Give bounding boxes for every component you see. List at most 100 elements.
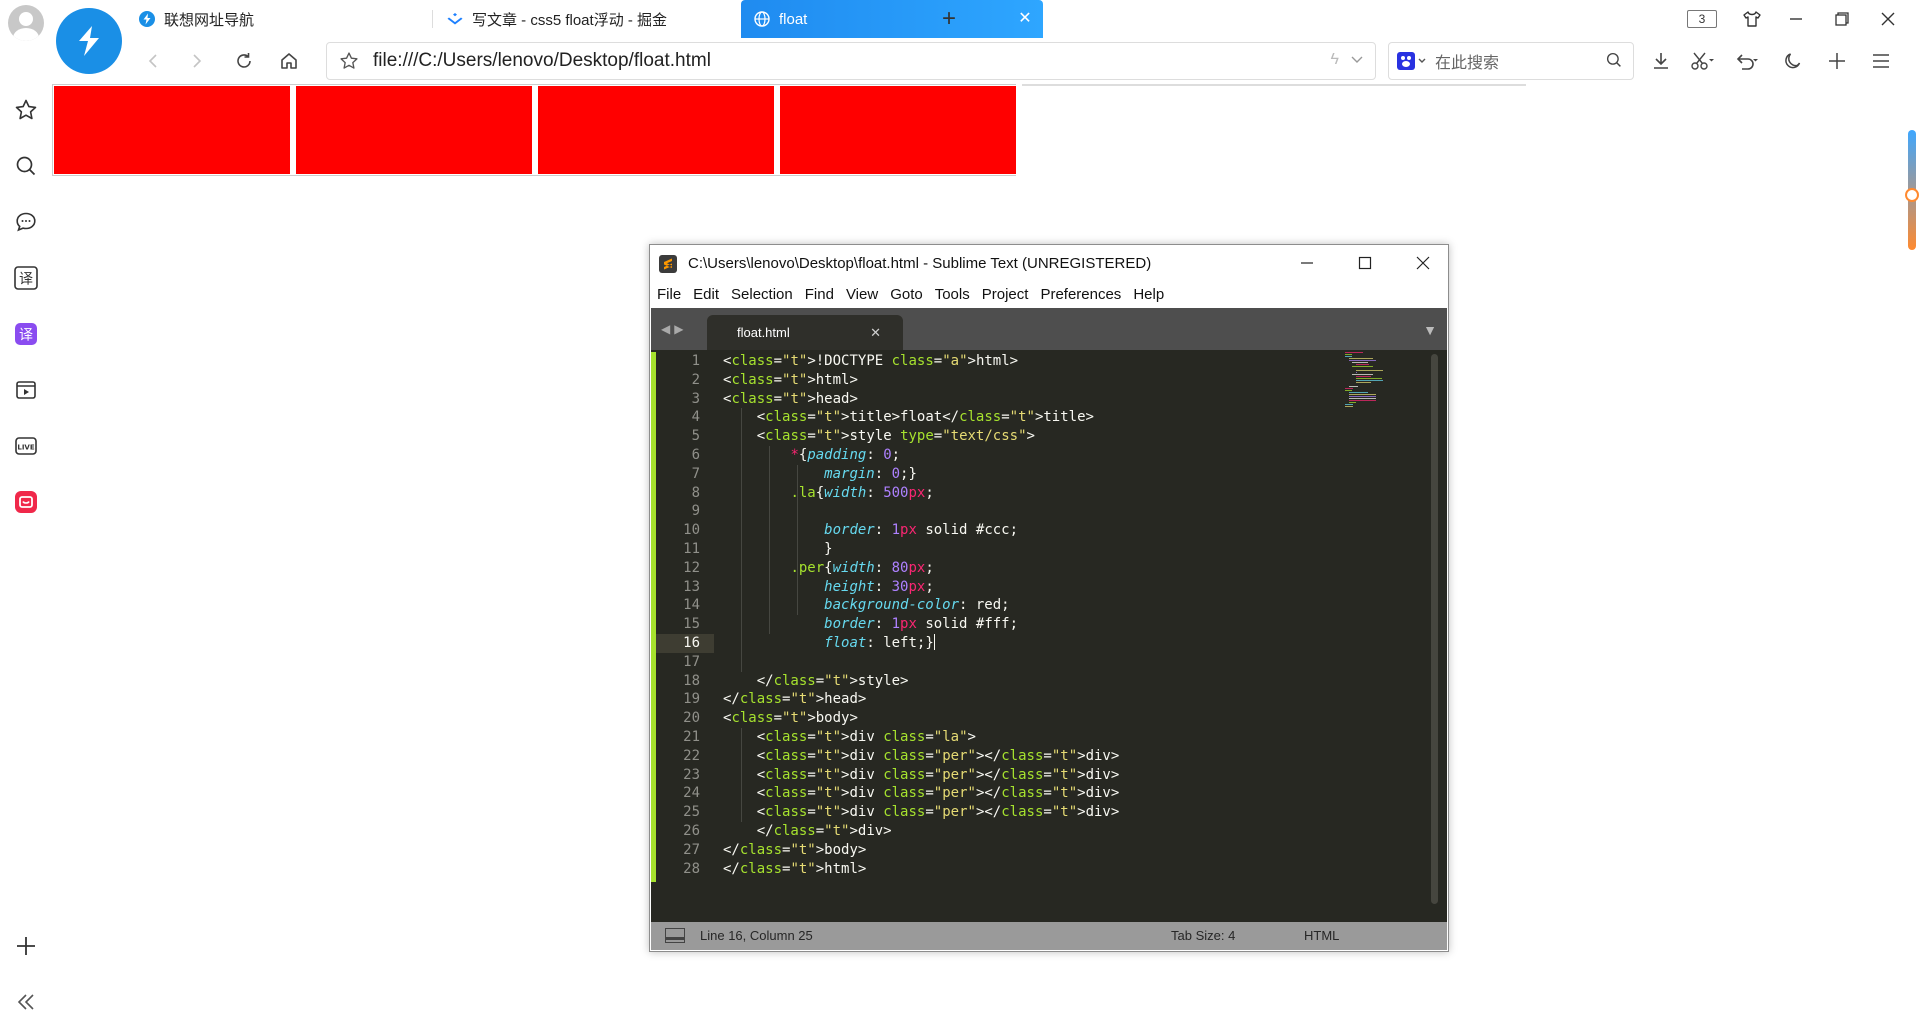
line-number: 16 (683, 635, 700, 651)
restore-button[interactable] (1822, 4, 1862, 34)
tab-count-button[interactable]: 3 (1682, 4, 1722, 34)
reload-button[interactable] (229, 46, 259, 76)
search-icon[interactable] (12, 152, 40, 180)
tab-dropdown-icon[interactable]: ▼ (1423, 322, 1437, 338)
menu-selection[interactable]: Selection (731, 286, 793, 303)
minimize-button[interactable] (1776, 4, 1816, 34)
tab-count-badge: 3 (1687, 10, 1717, 28)
panel-toggle-icon[interactable] (665, 928, 685, 943)
back-button[interactable] (138, 46, 168, 76)
sublime-minimize-button[interactable] (1284, 248, 1330, 278)
code-line: *{padding: 0; (790, 447, 901, 463)
bookmark-star-icon[interactable] (339, 51, 359, 71)
minimap-line (1352, 366, 1373, 367)
night-mode-icon[interactable] (1776, 46, 1810, 76)
line-number: 20 (683, 710, 700, 727)
code-editor[interactable]: 1 2 3 4 5 6 7 8 9 10 11 12 13 14 15 16 17 18 19 20 21 22 23 24 2… (651, 350, 1447, 923)
menu-goto[interactable]: Goto (890, 286, 923, 303)
sublime-close-button[interactable] (1400, 248, 1446, 278)
tab-float[interactable]: float ✕ (741, 0, 1043, 38)
minimap-line (1345, 406, 1354, 407)
menu-help[interactable]: Help (1133, 286, 1164, 303)
close-file-tab-icon[interactable]: ✕ (870, 325, 881, 341)
juejin-icon (446, 10, 464, 28)
page-scroll-handle[interactable] (1905, 188, 1919, 202)
menu-find[interactable]: Find (805, 286, 834, 303)
code-line: </class="t">style> (723, 672, 909, 689)
minimap[interactable] (1345, 350, 1405, 430)
favorites-star-icon[interactable] (12, 96, 40, 124)
address-bar[interactable]: file:///C:/Users/lenovo/Desktop/float.ht… (326, 42, 1376, 80)
translate-app-icon[interactable]: 译 (12, 320, 40, 348)
code-line: <class="t">div class="per"></class="t">d… (723, 747, 1120, 764)
add-extension-icon[interactable] (1820, 46, 1854, 76)
menu-edit[interactable]: Edit (693, 286, 719, 303)
tab-nav-arrows-icon[interactable]: ◀▶ (661, 322, 687, 336)
status-syntax[interactable]: HTML (1304, 928, 1339, 943)
minimap-line (1355, 364, 1369, 365)
shopping-app-icon[interactable] (12, 488, 40, 516)
collapse-sidebar-icon[interactable] (12, 988, 40, 1016)
forward-button[interactable] (182, 46, 212, 76)
menu-preferences[interactable]: Preferences (1040, 286, 1121, 303)
video-icon[interactable] (12, 376, 40, 404)
search-box[interactable]: 在此搜索 (1388, 42, 1634, 80)
line-number: 17 (683, 653, 700, 670)
minimap-line (1348, 392, 1368, 393)
menu-view[interactable]: View (846, 286, 878, 303)
line-number: 19 (683, 691, 700, 708)
minimap-line (1348, 396, 1377, 397)
minimap-line (1348, 358, 1373, 359)
line-number: 7 (691, 465, 700, 482)
status-position: Line 16, Column 25 (700, 928, 813, 943)
menu-file[interactable]: File (657, 286, 681, 303)
line-number: 2 (691, 371, 700, 388)
code-line: <class="t">style type="text/css"> (723, 428, 1035, 445)
minimap-line (1355, 378, 1383, 379)
indent-guide (769, 446, 770, 634)
menu-tools[interactable]: Tools (935, 286, 970, 303)
lightning-icon[interactable]: ϟ (1331, 51, 1339, 69)
status-tab-size[interactable]: Tab Size: 4 (1171, 928, 1235, 943)
line-number: 23 (683, 766, 700, 783)
chat-bubble-icon[interactable] (12, 208, 40, 236)
menu-project[interactable]: Project (982, 286, 1029, 303)
line-number: 1 (691, 353, 700, 369)
download-icon[interactable] (1644, 46, 1678, 76)
code-line: <class="t">div class="per"></class="t">d… (723, 766, 1120, 783)
sublime-file-tab[interactable]: float.html ✕ (707, 315, 903, 350)
chevron-down-icon[interactable] (1349, 51, 1365, 73)
user-avatar[interactable] (8, 5, 44, 41)
indent-guide (797, 464, 798, 616)
line-number: 10 (683, 522, 700, 539)
code-line: </class="t">head> (723, 691, 867, 708)
shirt-skin-icon[interactable] (1732, 4, 1772, 34)
home-button[interactable] (274, 46, 304, 76)
close-tab-icon[interactable]: ✕ (1017, 11, 1033, 27)
code-line: height: 30px; (824, 578, 934, 595)
baidu-engine-icon[interactable] (1397, 52, 1427, 70)
sublime-tab-label: float.html (737, 325, 790, 340)
translate-icon[interactable]: 译 (12, 264, 40, 292)
menu-icon[interactable] (1864, 46, 1898, 76)
code-line: margin: 0;} (824, 465, 917, 482)
close-window-button[interactable] (1868, 4, 1908, 34)
scissors-icon[interactable] (1686, 46, 1720, 76)
add-icon[interactable] (12, 932, 40, 960)
search-icon[interactable] (1605, 51, 1623, 74)
browser-logo[interactable] (56, 8, 122, 74)
sublime-title-bar[interactable]: C:\Users\lenovo\Desktop\float.html - Sub… (650, 245, 1448, 281)
live-icon[interactable]: LIVE (12, 432, 40, 460)
minimap-line (1345, 388, 1354, 389)
tab-juejin[interactable]: 写文章 - css5 float浮动 - 掘金 (434, 0, 738, 38)
editor-scrollbar[interactable] (1431, 354, 1438, 904)
tab-bar: 联想网址导航 写文章 - css5 float浮动 - 掘金 float ✕ +… (126, 0, 1920, 38)
undo-icon[interactable] (1730, 46, 1764, 76)
minimap-line (1355, 382, 1372, 383)
sublime-app-icon (659, 255, 677, 273)
line-number: 6 (691, 447, 700, 463)
minimap-line (1345, 356, 1353, 357)
sublime-maximize-button[interactable] (1342, 248, 1388, 278)
tab-lenovo-nav[interactable]: 联想网址导航 (126, 0, 426, 38)
new-tab-button[interactable]: + (934, 4, 964, 34)
